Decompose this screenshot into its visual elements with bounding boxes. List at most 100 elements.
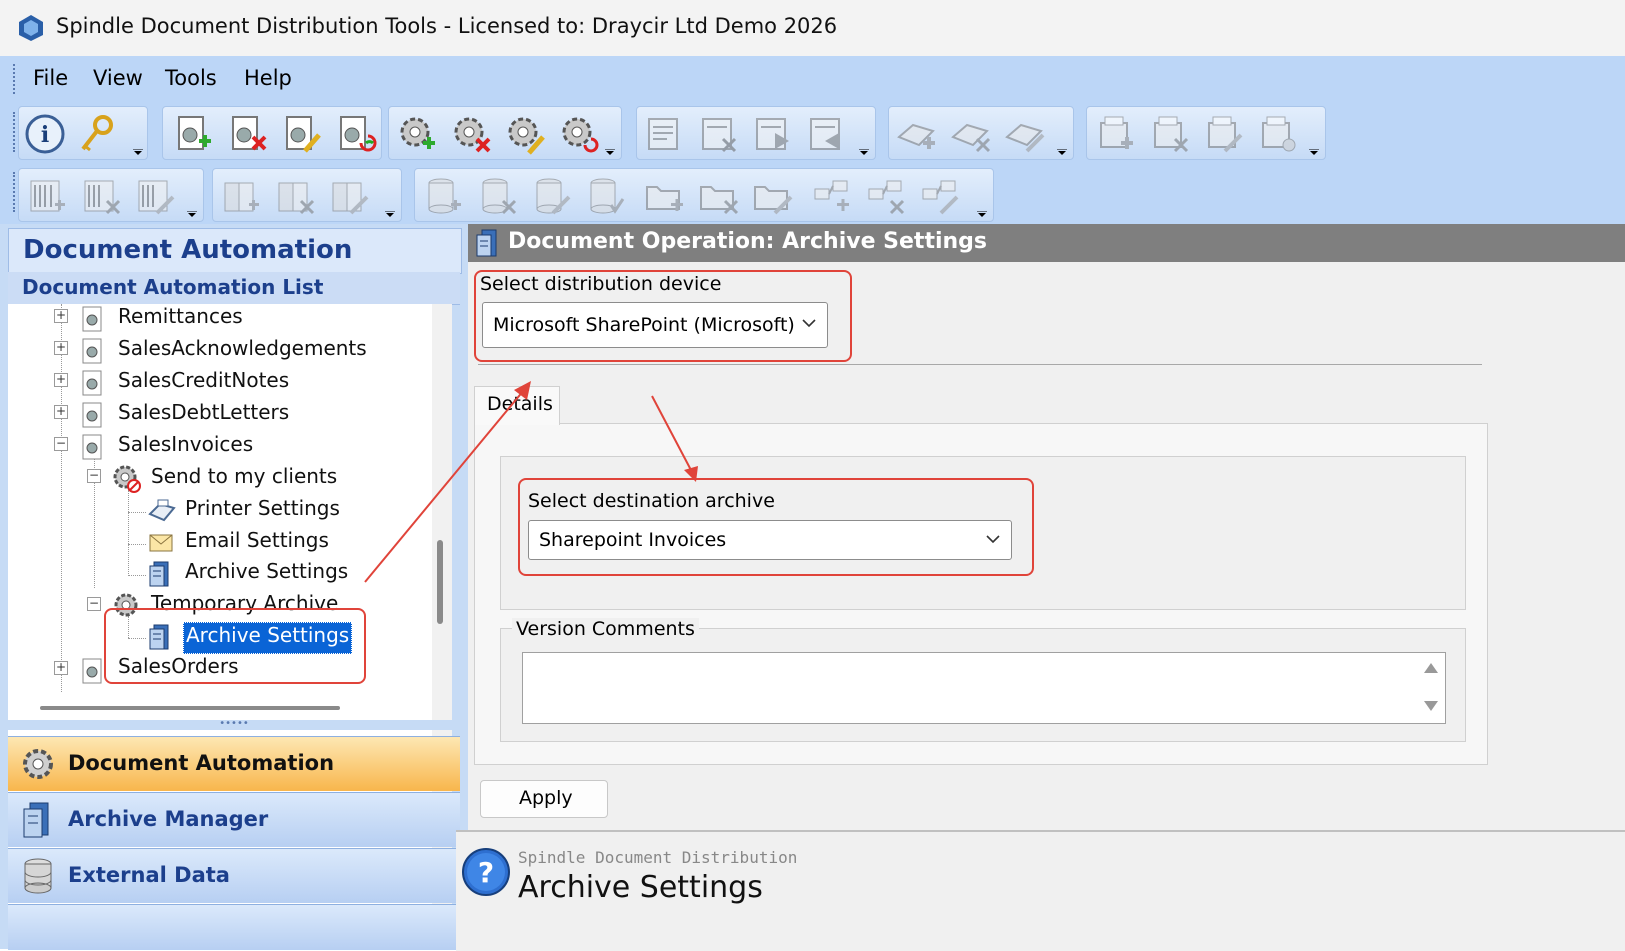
edit-database-icon[interactable]	[529, 175, 573, 217]
chevron-down-icon	[802, 319, 816, 328]
nav-more[interactable]	[8, 904, 460, 950]
add-barcode-icon[interactable]	[25, 175, 69, 217]
edit-printer-icon[interactable]	[1201, 113, 1245, 155]
toolbar-row-2	[0, 164, 1625, 224]
gear-icon	[23, 749, 53, 779]
tree-item-salesacknowledgements[interactable]: SalesAcknowledgements	[118, 336, 367, 366]
tree-item-archive-settings[interactable]: Archive Settings	[185, 559, 348, 589]
tree-connector	[128, 512, 146, 513]
menu-view[interactable]: View	[93, 66, 143, 90]
properties-header: Document Operation: Archive Settings	[468, 224, 1625, 262]
expand-toggle[interactable]: +	[54, 405, 68, 419]
tree-item-printer-settings[interactable]: Printer Settings	[185, 496, 340, 526]
expand-toggle[interactable]: +	[54, 309, 68, 323]
app-logo-icon	[19, 15, 43, 41]
delete-device-icon[interactable]	[949, 113, 993, 155]
tree-item-salescreditnotes[interactable]: SalesCreditNotes	[118, 368, 289, 398]
pane-subheader: Document Automation List	[8, 272, 460, 305]
toolbar-group-operations	[388, 106, 622, 160]
delete-barcode-icon[interactable]	[79, 175, 123, 217]
add-database-icon[interactable]	[421, 175, 465, 217]
pane-title: Document Automation	[23, 235, 353, 265]
export-setting-icon[interactable]	[805, 113, 849, 155]
expand-toggle[interactable]: +	[54, 661, 68, 675]
version-comments-textarea[interactable]	[522, 652, 1446, 724]
delete-document-icon[interactable]	[225, 113, 269, 155]
add-template-icon[interactable]	[219, 175, 263, 217]
document-gear-icon	[82, 434, 102, 460]
edit-document-icon[interactable]	[279, 113, 323, 155]
check-database-icon[interactable]	[583, 175, 627, 217]
delete-setting-icon[interactable]	[697, 113, 741, 155]
menu-help[interactable]: Help	[244, 66, 292, 90]
tree-item-remittances[interactable]: Remittances	[118, 304, 243, 334]
help-question-icon[interactable]: ?	[460, 846, 512, 898]
overflow-chevron-icon[interactable]	[977, 211, 987, 217]
window-title: Spindle Document Distribution Tools - Li…	[56, 14, 838, 38]
refresh-document-icon[interactable]	[333, 113, 377, 155]
overflow-chevron-icon[interactable]	[605, 149, 615, 155]
document-gear-icon	[82, 658, 102, 684]
add-mapping-icon[interactable]	[811, 175, 855, 217]
delete-printer-icon[interactable]	[1147, 113, 1191, 155]
tab-label: Details	[487, 393, 553, 415]
tree-scroll-thumb[interactable]	[437, 540, 443, 624]
add-printer-icon[interactable]	[1093, 113, 1137, 155]
tree-item-send-to-my-clients[interactable]: Send to my clients	[151, 464, 337, 494]
separator	[478, 364, 1482, 365]
collapse-toggle[interactable]: −	[54, 437, 68, 451]
distribution-device-select[interactable]: Microsoft SharePoint (Microsoft)	[482, 302, 828, 348]
overflow-chevron-icon[interactable]	[133, 149, 143, 155]
overflow-chevron-icon[interactable]	[187, 211, 197, 217]
delete-database-icon[interactable]	[475, 175, 519, 217]
menu-file[interactable]: File	[33, 66, 68, 90]
edit-operation-icon[interactable]	[503, 113, 547, 155]
scroll-down-arrow-icon[interactable]	[1423, 699, 1439, 713]
highlight-box	[104, 608, 366, 684]
add-folder-icon[interactable]	[643, 175, 687, 217]
nav-external-data[interactable]: External Data	[8, 848, 460, 903]
tree-horizontal-scrollbar[interactable]	[40, 706, 340, 710]
info-icon[interactable]: i	[23, 113, 67, 155]
document-gear-icon	[82, 370, 102, 396]
delete-template-icon[interactable]	[273, 175, 317, 217]
overflow-chevron-icon[interactable]	[1309, 149, 1319, 155]
collapse-toggle[interactable]: −	[87, 469, 101, 483]
distribution-device-value: Microsoft SharePoint (Microsoft)	[493, 314, 795, 336]
license-key-icon[interactable]	[75, 113, 119, 155]
add-operation-icon[interactable]	[395, 113, 439, 155]
edit-device-icon[interactable]	[1003, 113, 1047, 155]
nav-document-automation[interactable]: Document Automation	[8, 736, 460, 791]
tree-item-salesinvoices[interactable]: SalesInvoices	[118, 432, 253, 462]
edit-template-icon[interactable]	[327, 175, 371, 217]
tree-item-salesdebtletters[interactable]: SalesDebtLetters	[118, 400, 289, 430]
edit-barcode-icon[interactable]	[133, 175, 177, 217]
expand-toggle[interactable]: +	[54, 341, 68, 355]
menu-grip[interactable]	[13, 64, 18, 94]
destination-archive-select[interactable]: Sharepoint Invoices	[528, 520, 1012, 560]
nav-archive-manager[interactable]: Archive Manager	[8, 792, 460, 847]
overflow-chevron-icon[interactable]	[385, 211, 395, 217]
edit-folder-icon[interactable]	[751, 175, 795, 217]
collapse-toggle[interactable]: −	[87, 597, 101, 611]
edit-mapping-icon[interactable]	[919, 175, 963, 217]
apply-button[interactable]: Apply	[480, 780, 608, 818]
menu-tools[interactable]: Tools	[165, 66, 217, 90]
add-device-icon[interactable]	[895, 113, 939, 155]
pane-splitter[interactable]: •••••	[8, 719, 460, 730]
scroll-up-arrow-icon[interactable]	[1423, 661, 1439, 675]
delete-folder-icon[interactable]	[697, 175, 741, 217]
tab-details[interactable]: Details	[474, 386, 560, 425]
overflow-chevron-icon[interactable]	[1057, 149, 1067, 155]
toolbar-group-settings	[636, 106, 876, 160]
import-setting-icon[interactable]	[751, 113, 795, 155]
delete-operation-icon[interactable]	[449, 113, 493, 155]
overflow-chevron-icon[interactable]	[859, 149, 869, 155]
refresh-operation-icon[interactable]	[557, 113, 601, 155]
add-document-icon[interactable]	[171, 113, 215, 155]
printer-properties-icon[interactable]	[1255, 113, 1299, 155]
delete-mapping-icon[interactable]	[865, 175, 909, 217]
expand-toggle[interactable]: +	[54, 373, 68, 387]
add-setting-icon[interactable]	[643, 113, 687, 155]
tree-item-email-settings[interactable]: Email Settings	[185, 528, 329, 558]
